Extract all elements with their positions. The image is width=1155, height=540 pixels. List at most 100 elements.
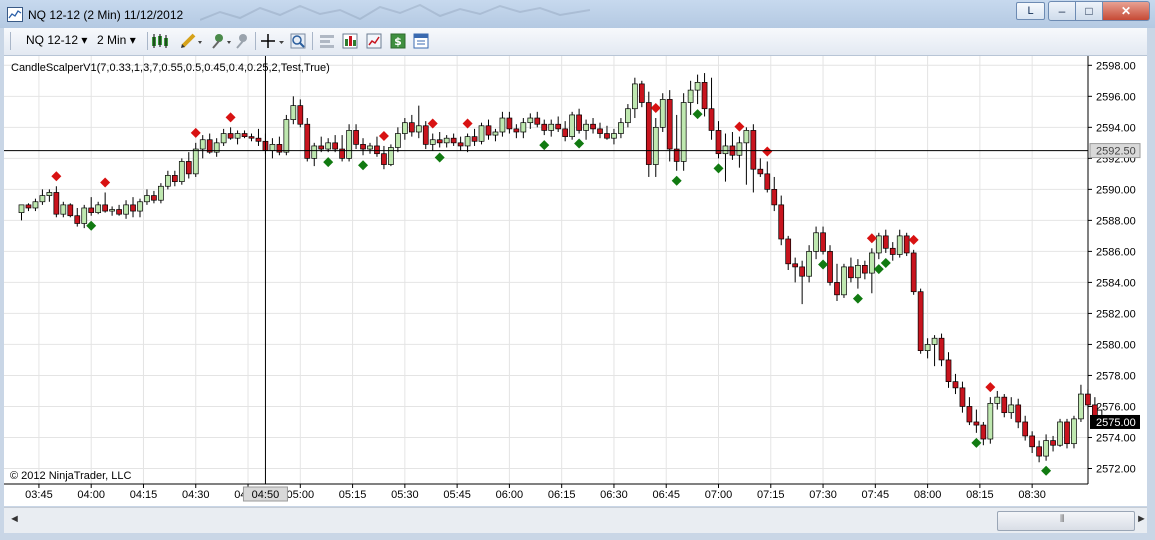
- candle: [199, 135, 206, 159]
- x-tick-label: 04:30: [182, 489, 210, 501]
- scroll-left-arrow-icon[interactable]: ◄: [9, 513, 20, 525]
- chart-toolbar: NQ 12-12 ▾ 2 Min ▾ $: [4, 28, 1147, 56]
- candle: [841, 263, 847, 298]
- candle-up-body: [429, 139, 436, 145]
- candle: [590, 118, 596, 134]
- candle: [123, 200, 129, 219]
- candle: [478, 122, 485, 145]
- candle-down-body: [408, 122, 415, 133]
- candle: [903, 232, 910, 257]
- sell-signal-diamond: [734, 121, 745, 132]
- candle: [736, 136, 743, 168]
- pin-gray-icon[interactable]: [233, 33, 249, 49]
- candle: [917, 288, 924, 354]
- candle-down-body: [945, 359, 952, 383]
- close-button[interactable]: ✕: [1102, 1, 1150, 21]
- candle: [820, 226, 826, 255]
- pushpin-icon[interactable]: [209, 33, 233, 49]
- candle-down-body: [304, 123, 311, 159]
- candle: [1057, 418, 1063, 447]
- data-box-icon[interactable]: [413, 33, 429, 49]
- candle-down-body: [799, 266, 805, 277]
- pencil-drawing-icon[interactable]: [180, 33, 204, 49]
- candle: [583, 119, 589, 140]
- candle: [896, 229, 903, 258]
- candle: [74, 207, 81, 227]
- candle-up-body: [659, 99, 666, 128]
- interval-selector[interactable]: 2 Min ▾: [97, 33, 136, 47]
- candle-up-body: [924, 344, 931, 351]
- candle-up-body: [415, 125, 422, 133]
- candle: [492, 128, 499, 142]
- candle: [597, 122, 603, 139]
- sell-signal-diamond: [908, 234, 919, 245]
- candle-down-body: [381, 153, 387, 165]
- candle: [429, 133, 436, 151]
- candle: [618, 118, 624, 139]
- crosshair-time-label: 04:50: [252, 489, 280, 501]
- last-price-marker: 2575.00: [1090, 414, 1140, 429]
- candle-down-body: [534, 117, 541, 125]
- chart-style-icon[interactable]: [151, 33, 173, 49]
- candle: [1071, 415, 1077, 449]
- candle-up-body: [1071, 418, 1077, 445]
- window-title: NQ 12-12 (2 Min) 11/12/2012: [28, 8, 184, 22]
- link-button[interactable]: L: [1016, 2, 1045, 20]
- candle: [520, 118, 527, 139]
- line-chart-icon[interactable]: [366, 33, 382, 49]
- candle: [116, 204, 122, 216]
- scroll-thumb[interactable]: ⦀: [997, 511, 1135, 531]
- chevron-down-icon: ▾: [129, 33, 136, 47]
- candle-up-body: [618, 122, 624, 134]
- instrument-selector[interactable]: NQ 12-12 ▾: [26, 33, 87, 47]
- candle: [178, 158, 185, 185]
- toolbar-separator: [312, 32, 313, 50]
- buy-signal-diamond: [852, 293, 863, 304]
- candle-down-body: [917, 291, 924, 351]
- properties-icon[interactable]: [319, 33, 335, 49]
- candle-down-body: [485, 125, 492, 136]
- candle-down-body: [959, 387, 966, 407]
- horizontal-scrollbar[interactable]: ◄ ⦀ ►: [4, 507, 1147, 533]
- candle: [234, 130, 241, 145]
- candlestick-chart[interactable]: 2598.002596.002594.002592.002590.002588.…: [4, 56, 1147, 506]
- minimize-button[interactable]: –: [1048, 1, 1076, 21]
- candle-up-body: [896, 235, 903, 255]
- candle: [806, 245, 812, 283]
- dollar-icon[interactable]: $: [390, 33, 406, 49]
- chart-panel[interactable]: 2598.00 2596.00 2594.00 2592.00 2590.00 2588.…: [4, 56, 1147, 506]
- candle-up-body: [60, 204, 67, 215]
- candle: [764, 161, 771, 193]
- candle-up-body: [652, 126, 659, 165]
- candle-up-body: [95, 204, 102, 213]
- candle: [422, 121, 429, 150]
- candle: [248, 133, 255, 142]
- candle-down-body: [1085, 393, 1091, 406]
- candle-up-body: [1043, 440, 1049, 457]
- candle: [604, 125, 610, 140]
- y-tick-label: 2580.00: [1096, 339, 1136, 351]
- candle-down-body: [590, 123, 596, 130]
- candle-up-body: [527, 117, 534, 124]
- candle-up-body: [680, 102, 687, 162]
- buy-signal-diamond: [1041, 465, 1052, 476]
- candle: [659, 93, 666, 132]
- maximize-button[interactable]: □: [1075, 1, 1103, 21]
- candle: [185, 152, 192, 179]
- candle-down-body: [827, 251, 833, 283]
- crosshair-icon[interactable]: [260, 33, 286, 49]
- candle-up-body: [269, 144, 276, 151]
- bar-chart-icon[interactable]: [342, 33, 358, 49]
- candle: [171, 170, 178, 187]
- candle: [25, 203, 32, 212]
- buy-signal-diamond: [358, 160, 369, 171]
- x-tick-label: 07:45: [862, 489, 890, 501]
- candle-up-body: [137, 201, 143, 212]
- x-tick-label: 04:15: [130, 489, 158, 501]
- scroll-right-arrow-icon[interactable]: ►: [1136, 513, 1147, 525]
- x-tick-label: 06:15: [548, 489, 576, 501]
- candle-down-body: [952, 381, 959, 389]
- candle-down-body: [785, 238, 792, 265]
- zoom-icon[interactable]: [290, 33, 306, 49]
- indicator-label: CandleScalperV1(7,0.33,1,3,7,0.55,0.5,0.…: [11, 62, 330, 74]
